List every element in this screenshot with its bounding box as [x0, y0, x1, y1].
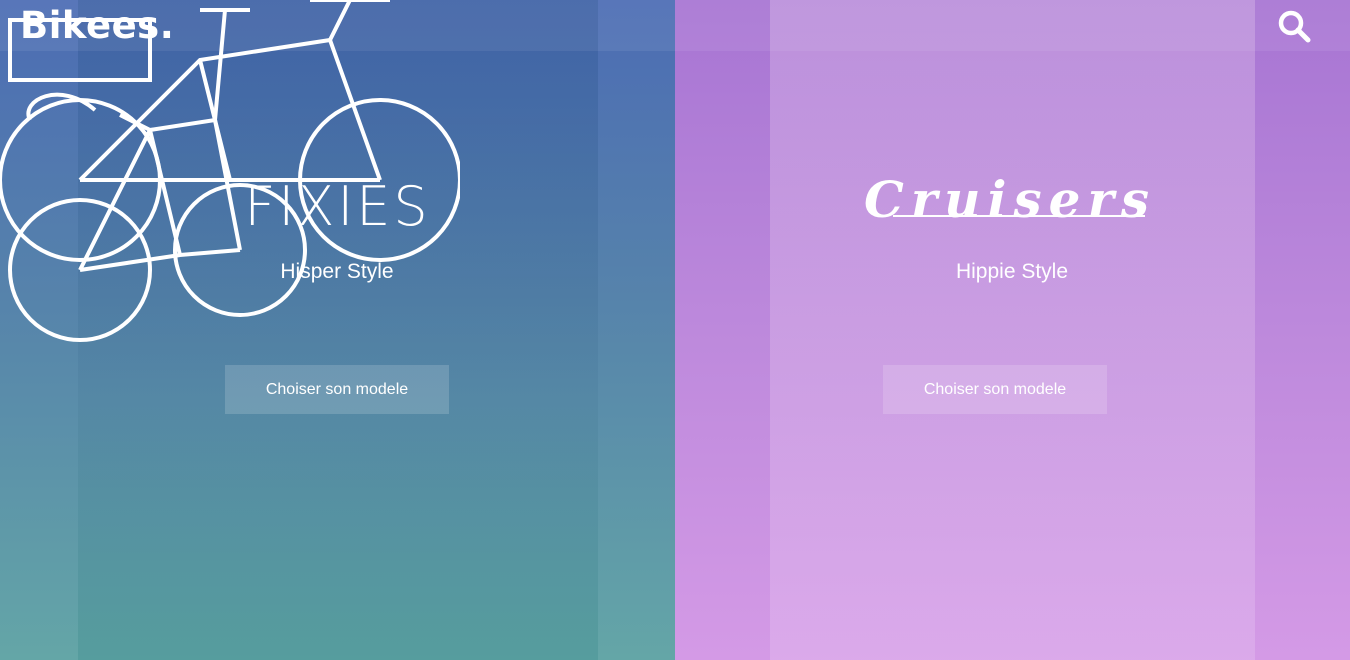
category-panel-fixies	[0, 0, 675, 660]
cruisers-title-underline	[893, 215, 1145, 217]
cruisers-title: Cruisers	[864, 170, 1156, 229]
fixie-bike-photo	[78, 0, 598, 660]
site-logo[interactable]: Bikees.	[20, 4, 174, 47]
cruisers-choose-model-button[interactable]: Choiser son modele	[883, 365, 1107, 414]
fixies-title: FIXIES	[244, 175, 431, 238]
cruiser-bike-photo	[770, 0, 1255, 660]
category-panel-cruisers	[675, 0, 1350, 660]
fixies-choose-model-button[interactable]: Choiser son modele	[225, 365, 449, 414]
search-icon[interactable]	[1276, 8, 1312, 44]
fixies-subtitle: Hisper Style	[280, 260, 394, 283]
cruisers-subtitle: Hippie Style	[955, 260, 1069, 283]
site-header: Bikees.	[0, 0, 1350, 51]
